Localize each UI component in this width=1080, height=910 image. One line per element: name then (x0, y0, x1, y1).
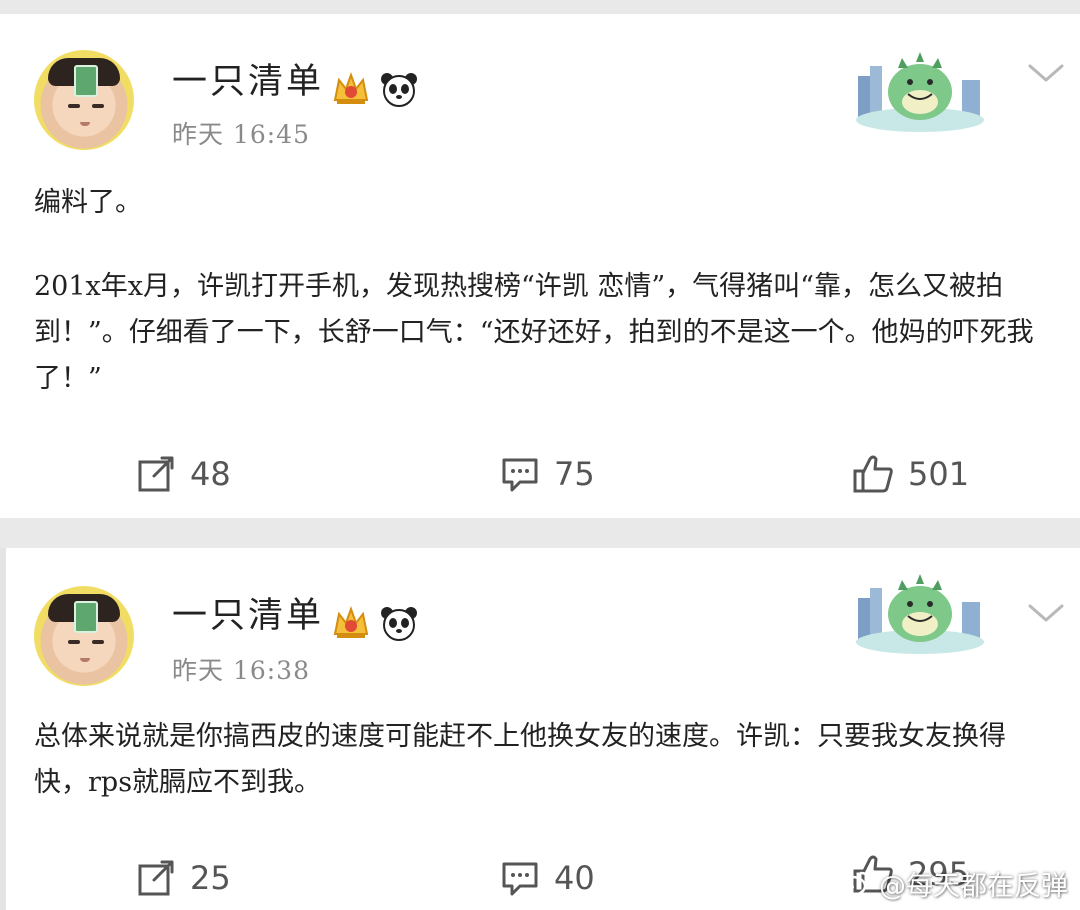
repost-icon (138, 860, 174, 896)
username[interactable]: 一只清单 (172, 62, 324, 102)
comment-count: 40 (554, 859, 595, 897)
comment-icon (502, 862, 538, 896)
panda-badge-icon (381, 73, 417, 107)
repost-icon (138, 456, 174, 492)
post-text-body: 总体来说就是你搞西皮的速度可能赶不上他换女友的速度。许凯：只要我女友换得快，rp… (34, 721, 1006, 798)
watermark-text: @每天都在反弹 (879, 870, 1068, 902)
repost-button[interactable]: 48 (136, 454, 231, 494)
weibo-post-1: 一只清单 昨天 16:45 编料了。 201x年x月，许凯打开手机，发现热搜榜“… (0, 14, 1080, 518)
post-time: 昨天 16:38 (172, 656, 310, 685)
crown-badge-icon (333, 72, 369, 104)
like-button[interactable]: 501 (852, 454, 969, 494)
comment-button[interactable]: 40 (500, 858, 595, 898)
crown-badge-icon (333, 606, 369, 638)
username[interactable]: 一只清单 (172, 596, 324, 636)
like-count: 501 (908, 455, 970, 493)
user-avatar[interactable] (34, 50, 134, 150)
comment-icon (502, 458, 538, 492)
dinosaur-sticker-icon (856, 574, 984, 654)
comment-button[interactable]: 75 (500, 454, 595, 494)
weibo-logo-icon (837, 871, 870, 897)
user-avatar[interactable] (34, 586, 134, 686)
repost-button[interactable]: 25 (136, 858, 231, 898)
watermark: @每天都在反弹 (837, 860, 1068, 906)
post-time: 昨天 16:45 (172, 120, 310, 149)
repost-count: 48 (190, 455, 231, 493)
repost-count: 25 (190, 859, 231, 897)
chevron-down-icon[interactable] (1026, 600, 1066, 624)
panda-badge-icon (381, 607, 417, 641)
chevron-down-icon[interactable] (1026, 60, 1066, 84)
weibo-post-2: 一只清单 昨天 16:38 总体来说就是你搞西皮的速度可能赶不上他换女友的速度。… (0, 548, 1080, 910)
post-text-first-line: 编料了。 (34, 187, 142, 218)
comment-count: 75 (554, 455, 595, 493)
post-text-body: 201x年x月，许凯打开手机，发现热搜榜“许凯 恋情”，气得猪叫“靠，怎么又被拍… (34, 271, 1034, 394)
dinosaur-sticker-icon (856, 52, 984, 132)
thumbs-up-icon (853, 455, 893, 493)
